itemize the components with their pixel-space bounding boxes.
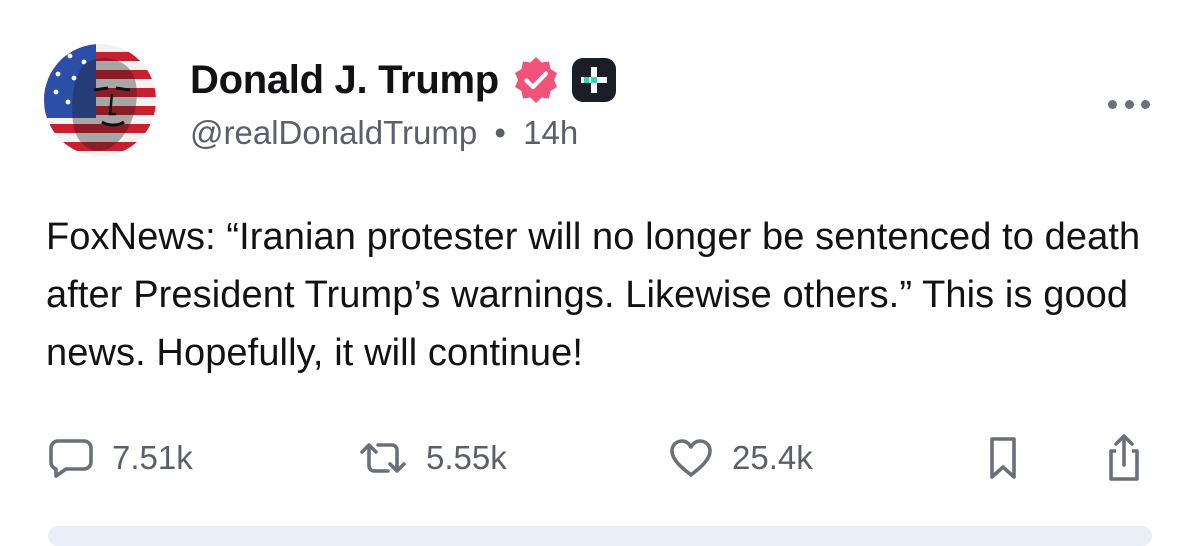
more-dot — [1124, 99, 1134, 109]
reply-count: 7.51k — [112, 439, 193, 476]
meta-separator: • — [494, 114, 506, 151]
author-handle[interactable]: @realDonaldTrump — [190, 114, 477, 151]
more-dot — [1141, 99, 1150, 109]
retruth-button[interactable]: 5.55k — [358, 430, 507, 486]
truth-plus-icon — [571, 57, 617, 103]
post-body-text: FoxNews: “Iranian protester will no long… — [46, 216, 1141, 374]
share-button[interactable] — [1104, 430, 1144, 486]
reply-composer-edge[interactable] — [48, 526, 1152, 546]
reply-button[interactable]: 7.51k — [48, 430, 193, 486]
like-button[interactable]: 25.4k — [668, 430, 813, 486]
post-card: Donald J. Trump @realDonaldTrump • 14h F… — [0, 0, 1200, 546]
retruth-count: 5.55k — [426, 439, 507, 476]
verified-badge-icon — [511, 55, 561, 105]
bookmark-button[interactable] — [986, 430, 1020, 486]
avatar[interactable] — [44, 44, 156, 156]
heart-icon — [668, 437, 714, 479]
author-display-name[interactable]: Donald J. Trump — [190, 58, 499, 103]
bookmark-icon — [986, 435, 1020, 481]
more-dot — [1108, 99, 1117, 109]
post-timestamp[interactable]: 14h — [523, 114, 578, 151]
like-count: 25.4k — [732, 439, 813, 476]
retruth-icon — [358, 438, 408, 478]
reply-icon — [48, 436, 94, 480]
avatar-image — [44, 44, 156, 156]
author-name-row: Donald J. Trump — [190, 56, 617, 104]
share-icon — [1104, 433, 1144, 483]
action-bar: 7.51k 5.55k 25.4k — [0, 430, 1200, 486]
author-meta: @realDonaldTrump • 14h — [190, 114, 578, 152]
more-options-icon[interactable] — [1108, 96, 1150, 112]
